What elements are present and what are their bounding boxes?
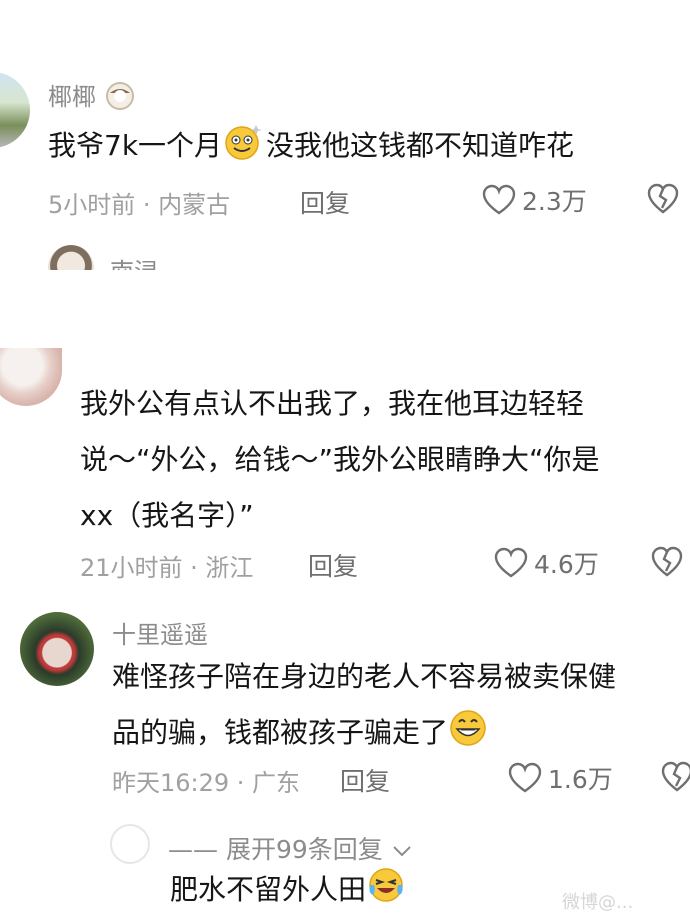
like-button[interactable]: 4.6万: [494, 545, 599, 581]
heart-icon: [508, 762, 542, 793]
chevron-down-icon: [393, 846, 411, 857]
comment-text: 我外公有点认不出我了，我在他耳边轻轻 说～“外公，给钱～”我外公眼睛睁大“你是 …: [80, 376, 600, 544]
comment-text: 我爷7k一个月 没我他这钱都不知道咋花: [48, 118, 574, 174]
reply-button[interactable]: 回复: [308, 547, 358, 583]
comment-text: 难怪孩子陪在身边的老人不容易被卖保健 品的骗，钱都被孩子骗走了: [112, 649, 616, 761]
comment-line-2: 品的骗，钱都被孩子骗走了: [112, 705, 616, 761]
comment-line-2: 说～“外公，给钱～”我外公眼睛睁大“你是: [80, 443, 600, 476]
sub-reply-text: 肥水不留外人田: [170, 862, 406, 918]
avatar-user-coconut[interactable]: [0, 72, 30, 148]
reply-button[interactable]: 回复: [300, 184, 350, 220]
comment-time-location: 昨天16:29 · 广东: [112, 769, 301, 797]
comment-time-location: 5小时前 · 内蒙古: [48, 191, 231, 219]
grinning-emoji: [450, 710, 486, 746]
heart-icon: [494, 547, 528, 578]
dislike-icon[interactable]: [660, 760, 690, 794]
dizzy-smiley-emoji: [225, 125, 263, 160]
expand-replies-button[interactable]: —— 展开99条回复: [168, 830, 413, 866]
avatar-placeholder: [110, 824, 150, 864]
comment-time-location: 21小时前 · 浙江: [80, 554, 254, 582]
watermark: 微博@...: [562, 892, 634, 913]
like-count: 1.6万: [548, 765, 613, 794]
heart-icon: [482, 184, 516, 215]
comment-line-1: 我外公有点认不出我了，我在他耳边轻轻: [80, 387, 585, 420]
like-button[interactable]: 2.3万: [482, 182, 587, 218]
like-count: 2.3万: [522, 187, 587, 216]
like-button[interactable]: 1.6万: [508, 760, 613, 796]
laughing-crying-emoji: [369, 868, 403, 902]
dislike-icon[interactable]: [646, 182, 680, 216]
avatar-user-cat[interactable]: [0, 348, 62, 406]
comment-line-3: xx（我名字）”: [80, 499, 254, 532]
comment-username[interactable]: 十里遥遥: [112, 615, 208, 650]
avatar-user-joker[interactable]: [20, 612, 94, 686]
comment-line-1: 难怪孩子陪在身边的老人不容易被卖保健: [112, 660, 617, 693]
screenshot-gap: [0, 270, 690, 366]
coconut-emoji: [105, 82, 134, 110]
dislike-icon[interactable]: [650, 545, 684, 579]
comment-username[interactable]: 椰椰: [48, 77, 136, 112]
like-count: 4.6万: [534, 550, 599, 579]
reply-button[interactable]: 回复: [340, 762, 390, 798]
